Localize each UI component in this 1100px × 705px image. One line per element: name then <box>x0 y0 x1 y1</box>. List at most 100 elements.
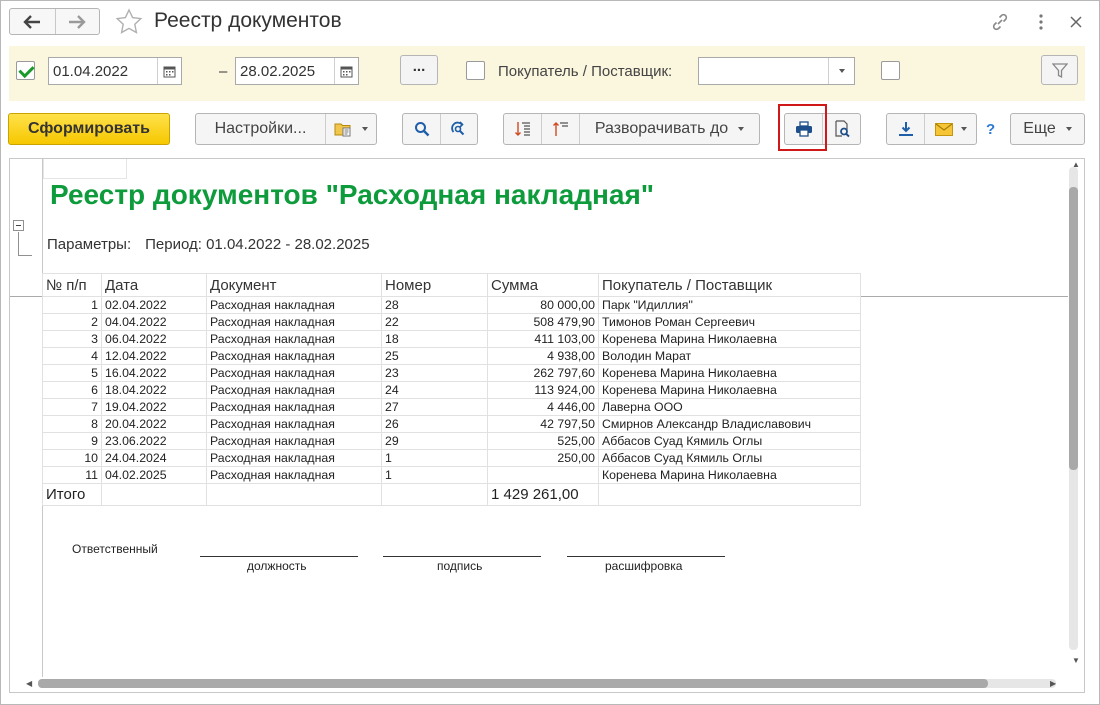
table-row[interactable]: 6 18.04.2022 Расходная накладная 24 113 924,… <box>42 381 861 399</box>
table-row[interactable]: 11 04.02.2025 Расходная накладная 1 Коренева… <box>42 466 861 484</box>
collapse-all-button[interactable] <box>541 114 579 144</box>
table-cell <box>381 483 488 506</box>
table-cell: 27 <box>381 398 488 416</box>
search-refresh-icon <box>451 121 465 136</box>
horizontal-scroll-thumb[interactable] <box>38 679 988 688</box>
horizontal-scrollbar[interactable] <box>38 679 1056 688</box>
table-cell: 1 <box>381 466 488 484</box>
collapse-groups-icon <box>552 122 568 136</box>
expand-all-button[interactable] <box>504 114 541 144</box>
calendar-icon[interactable] <box>157 58 181 84</box>
group-bracket <box>18 232 32 256</box>
table-row[interactable]: 8 20.04.2022 Расходная накладная 26 42 797,5… <box>42 415 861 433</box>
forward-button[interactable] <box>54 9 100 34</box>
back-button[interactable] <box>10 9 55 34</box>
table-row[interactable]: 9 23.06.2022 Расходная накладная 29 525,00 Аб… <box>42 432 861 450</box>
funnel-icon <box>1051 62 1068 78</box>
scroll-down-icon[interactable]: ▼ <box>1072 656 1080 665</box>
table-cell: 26 <box>381 415 488 433</box>
table-cell: 23.06.2022 <box>101 432 207 450</box>
date-from-field[interactable]: 01.04.2022 <box>48 57 182 85</box>
search-button[interactable] <box>403 114 440 144</box>
params-label: Параметры: <box>47 236 132 253</box>
date-to-value: 28.02.2025 <box>240 63 316 80</box>
table-cell: Аббасов Суад Кямиль Оглы <box>598 432 861 450</box>
total-value: 1 429 261,00 <box>487 483 599 506</box>
table-cell: Лаверна ООО <box>598 398 861 416</box>
table-cell: 19.04.2022 <box>101 398 207 416</box>
table-cell: 250,00 <box>487 449 599 467</box>
print-preview-button[interactable] <box>822 114 860 144</box>
more-vertical-icon[interactable] <box>1030 11 1052 33</box>
counterparty-select[interactable] <box>698 57 855 85</box>
period-checkbox[interactable] <box>16 61 35 80</box>
expand-to-dropdown[interactable]: Разворачивать до <box>579 114 759 144</box>
counterparty-checkbox[interactable] <box>466 61 485 80</box>
total-label: Итого <box>42 483 102 506</box>
settings-button-group: Настройки... <box>195 113 377 145</box>
table-cell: 04.02.2025 <box>101 466 207 484</box>
table-body: 1 02.04.2022 Расходная накладная 28 80 000,0… <box>42 296 861 506</box>
table-row[interactable]: 7 19.04.2022 Расходная накладная 27 4 446,00… <box>42 398 861 416</box>
link-icon[interactable] <box>989 11 1011 33</box>
chevron-down-icon[interactable] <box>828 58 854 84</box>
chevron-down-icon <box>1065 127 1072 131</box>
table-row[interactable]: 10 24.04.2024 Расходная накладная 1 250,00 Аб… <box>42 449 861 467</box>
help-button[interactable]: ? <box>986 121 995 138</box>
table-row[interactable]: 2 04.04.2022 Расходная накладная 22 508 479,… <box>42 313 861 331</box>
params-value: Период: 01.04.2022 - 28.02.2025 <box>145 236 370 253</box>
table-cell: Коренева Марина Николаевна <box>598 330 861 348</box>
search-again-button[interactable] <box>440 114 477 144</box>
vertical-scrollbar[interactable] <box>1069 167 1078 650</box>
scroll-left-icon[interactable]: ◀ <box>26 679 32 688</box>
save-button[interactable] <box>887 114 924 144</box>
table-cell: 06.04.2022 <box>101 330 207 348</box>
collapse-group-icon[interactable] <box>13 220 24 231</box>
table-cell: Расходная накладная <box>206 313 382 331</box>
table-cell: 262 797,60 <box>487 364 599 382</box>
table-cell <box>206 483 382 506</box>
chevron-down-icon <box>738 127 745 131</box>
calendar-icon[interactable] <box>334 58 358 84</box>
table-cell <box>598 483 861 506</box>
table-cell: Расходная накладная <box>206 296 382 314</box>
favorite-star-icon[interactable] <box>114 7 144 37</box>
table-cell: 508 479,90 <box>487 313 599 331</box>
more-label: Еще <box>1023 120 1056 137</box>
settings-button[interactable]: Настройки... <box>196 114 325 144</box>
position-caption: должность <box>247 559 307 573</box>
table-row[interactable]: 5 16.04.2022 Расходная накладная 23 262 797,… <box>42 364 861 382</box>
table-cell: 18.04.2022 <box>101 381 207 399</box>
decoding-caption: расшифровка <box>605 559 683 573</box>
table-cell: 5 <box>42 364 102 382</box>
table-cell: 8 <box>42 415 102 433</box>
period-select-button[interactable]: ... <box>400 55 438 85</box>
scroll-right-icon[interactable]: ▶ <box>1050 679 1056 688</box>
table-cell: Расходная накладная <box>206 415 382 433</box>
vertical-scroll-thumb[interactable] <box>1069 187 1078 470</box>
grouping-button-group: Разворачивать до <box>503 113 760 145</box>
table-cell: 80 000,00 <box>487 296 599 314</box>
table-cell: 525,00 <box>487 432 599 450</box>
column-header: Дата <box>101 273 207 297</box>
generate-button[interactable]: Сформировать <box>8 113 170 145</box>
extra-filter-checkbox[interactable] <box>881 61 900 80</box>
table-cell: Коренева Марина Николаевна <box>598 364 861 382</box>
expand-groups-icon <box>514 122 530 136</box>
close-icon[interactable] <box>1065 11 1087 33</box>
filter-button[interactable] <box>1041 55 1078 85</box>
table-cell: 04.04.2022 <box>101 313 207 331</box>
table-cell: 29 <box>381 432 488 450</box>
more-button[interactable]: Еще <box>1010 113 1085 145</box>
export-button-group <box>886 113 977 145</box>
send-email-button[interactable] <box>924 114 976 144</box>
date-from-value: 01.04.2022 <box>53 63 129 80</box>
table-cell: 6 <box>42 381 102 399</box>
table-row[interactable]: 1 02.04.2022 Расходная накладная 28 80 000,0… <box>42 296 861 314</box>
table-row[interactable]: 4 12.04.2022 Расходная накладная 25 4 938,00… <box>42 347 861 365</box>
date-to-field[interactable]: 28.02.2025 <box>235 57 359 85</box>
table-row[interactable]: 3 06.04.2022 Расходная накладная 18 411 103,… <box>42 330 861 348</box>
report-parameters: Параметры: Период: 01.04.2022 - 28.02.202… <box>47 236 370 253</box>
variants-button[interactable] <box>325 114 376 144</box>
table-cell: Расходная накладная <box>206 398 382 416</box>
